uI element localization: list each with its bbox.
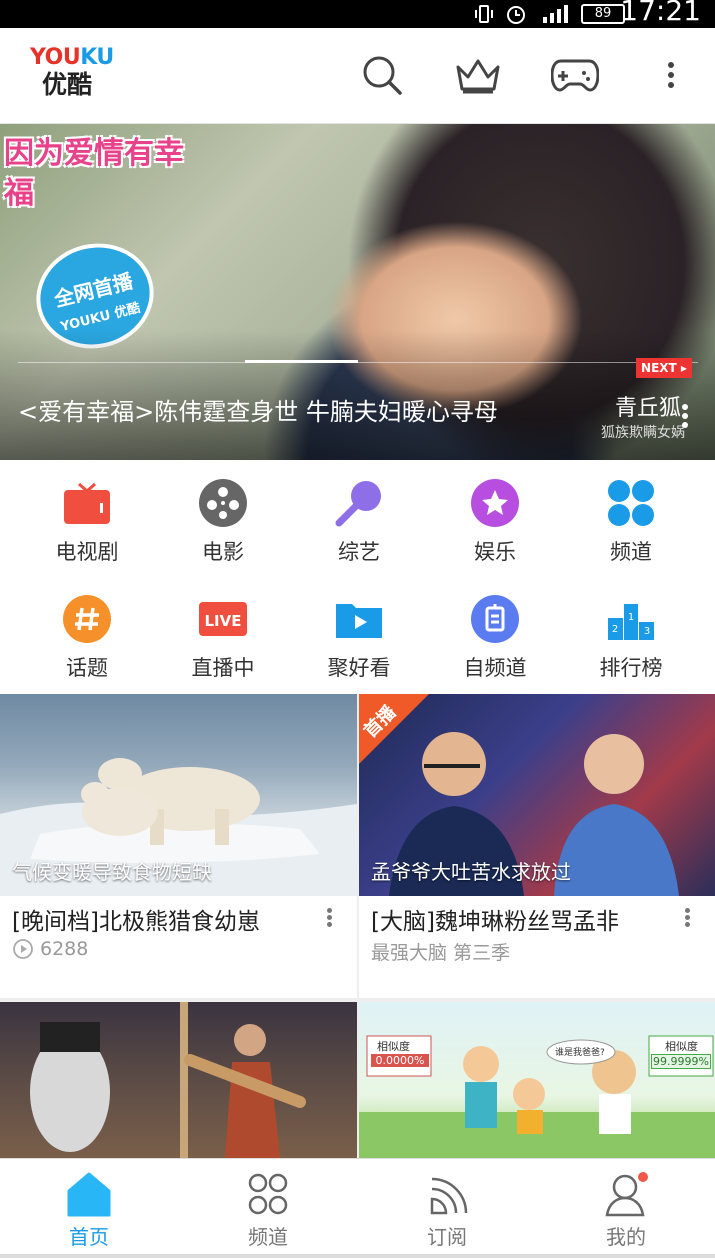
banner-progress-track bbox=[18, 362, 698, 363]
card-more-icon[interactable] bbox=[323, 906, 335, 932]
tab-channels[interactable]: 频道 bbox=[179, 1159, 357, 1258]
robot-demo-image bbox=[30, 1002, 306, 1158]
next-preview-subtitle: 狐族欺瞒女娲 bbox=[601, 425, 685, 441]
similarity-label-right: 相似度 bbox=[665, 1040, 698, 1053]
tab-profile[interactable]: 我的 bbox=[537, 1159, 715, 1258]
profile-icon bbox=[605, 1172, 648, 1217]
tab-label: 首页 bbox=[69, 1225, 109, 1249]
video-thumbnail[interactable] bbox=[0, 1002, 357, 1158]
next-label: NEXT bbox=[641, 361, 677, 375]
podium-icon: 12 3 bbox=[608, 604, 654, 640]
video-thumbnail[interactable]: 气候变暖导致食物短缺 bbox=[0, 694, 357, 896]
similarity-value-right: 99.9999% bbox=[651, 1054, 711, 1069]
category-label: 频道 bbox=[610, 540, 652, 564]
nav-bar-edge bbox=[0, 1254, 715, 1258]
svg-text:3: 3 bbox=[644, 626, 650, 637]
banner-caption: <爱有幸福>陈伟霆查身世 牛腩夫妇暖心寻母 bbox=[18, 398, 498, 426]
microphone-icon bbox=[335, 481, 381, 527]
hero-banner[interactable]: 因为爱情有幸福 全网首播 YOUKU 优酷 NEXT ▸ <爱有幸福>陈伟霆查身… bbox=[0, 124, 715, 460]
tab-label: 订阅 bbox=[427, 1225, 467, 1249]
self-channel-icon bbox=[471, 595, 519, 643]
tv-icon bbox=[64, 482, 110, 524]
similarity-value-left: 0.0000% bbox=[371, 1054, 429, 1067]
status-icons: 89 bbox=[473, 0, 625, 28]
search-icon[interactable] bbox=[357, 50, 407, 100]
tab-subscribe[interactable]: 订阅 bbox=[358, 1159, 536, 1258]
banner-more-icon[interactable] bbox=[680, 402, 700, 430]
app-header: YOUKU 优酷 bbox=[0, 28, 715, 124]
next-tag[interactable]: NEXT ▸ bbox=[636, 358, 692, 378]
svg-text:LIVE: LIVE bbox=[205, 612, 242, 630]
category-label: 自频道 bbox=[463, 656, 527, 680]
game-controller-icon[interactable] bbox=[550, 50, 600, 100]
category-label: 话题 bbox=[66, 656, 108, 680]
play-folder-icon bbox=[336, 604, 382, 638]
hashtag-icon bbox=[63, 595, 111, 643]
tab-label: 频道 bbox=[248, 1225, 288, 1249]
video-title[interactable]: [晚间档]北极熊猎食幼崽 bbox=[12, 902, 260, 936]
vibrate-icon bbox=[475, 5, 493, 23]
video-series: 最强大脑 第三季 bbox=[371, 942, 511, 964]
cartoon-image bbox=[359, 1035, 715, 1158]
category-entertainment[interactable]: 娱乐 bbox=[435, 460, 555, 570]
video-title[interactable]: [大脑]魏坤琳粉丝骂孟非 bbox=[371, 902, 619, 936]
show-title-art: 因为爱情有幸福 bbox=[4, 136, 184, 211]
category-topics[interactable]: 话题 bbox=[27, 576, 147, 686]
next-preview-title: 青丘狐 bbox=[615, 396, 682, 421]
channels-icon bbox=[248, 1173, 288, 1215]
tab-home[interactable]: 首页 bbox=[0, 1159, 178, 1258]
youku-logo[interactable]: YOUKU 优酷 bbox=[30, 45, 114, 100]
logo-chinese: 优酷 bbox=[42, 70, 93, 99]
signal-icon bbox=[543, 5, 568, 23]
category-movie[interactable]: 电影 bbox=[163, 460, 283, 570]
logo-text-red: YOU bbox=[30, 45, 81, 70]
category-label: 聚好看 bbox=[327, 656, 391, 680]
subscribe-icon bbox=[430, 1177, 468, 1215]
category-label: 电影 bbox=[202, 540, 244, 564]
video-thumbnail[interactable]: 相似度 0.0000% 谁是我爸爸? 相似度 99.9999% bbox=[359, 1002, 715, 1158]
speech-bubble-text: 谁是我爸爸? bbox=[555, 1048, 605, 1058]
vip-crown-icon[interactable] bbox=[453, 50, 503, 100]
video-card[interactable]: 首播 孟爷爷大吐苦水求放过 [大脑]魏坤琳粉丝骂孟非 最强大脑 第三季 bbox=[359, 694, 715, 998]
category-label: 直播中 bbox=[191, 656, 255, 680]
more-vertical-icon[interactable] bbox=[646, 50, 696, 100]
video-card[interactable]: 气候变暖导致食物短缺 [晚间档]北极熊猎食幼崽 6288 bbox=[0, 694, 357, 998]
category-juhaokan[interactable]: 聚好看 bbox=[299, 576, 419, 686]
category-label: 综艺 bbox=[338, 540, 380, 564]
similarity-label-left: 相似度 bbox=[377, 1040, 410, 1053]
star-icon bbox=[471, 479, 519, 527]
category-self-channel[interactable]: 自频道 bbox=[435, 576, 555, 686]
category-label: 排行榜 bbox=[599, 656, 663, 680]
category-ranking[interactable]: 12 3 排行榜 bbox=[571, 576, 691, 686]
card-more-icon[interactable] bbox=[681, 906, 693, 932]
clock: 17:21 bbox=[620, 0, 701, 27]
thumbnail-caption: 孟爷爷大吐苦水求放过 bbox=[371, 860, 571, 884]
category-label: 电视剧 bbox=[55, 540, 119, 564]
film-reel-icon bbox=[199, 479, 247, 527]
alarm-icon bbox=[507, 6, 525, 24]
svg-text:1: 1 bbox=[628, 612, 634, 623]
category-label: 娱乐 bbox=[474, 540, 516, 564]
status-bar: 89 17:21 bbox=[0, 0, 715, 28]
logo-text-blue: KU bbox=[80, 45, 114, 70]
category-channels[interactable]: 频道 bbox=[571, 460, 691, 570]
play-count-value: 6288 bbox=[40, 938, 89, 960]
category-grid: 电视剧 电影 综艺 娱乐 频道 话题 LIVE 直播中 聚好看 自频道 12 3 … bbox=[0, 460, 715, 694]
live-icon: LIVE bbox=[199, 602, 247, 636]
channels-grid-icon bbox=[608, 480, 654, 526]
bottom-tab-bar: 首页 频道 订阅 我的 bbox=[0, 1158, 715, 1258]
play-count-icon bbox=[13, 939, 33, 959]
battery-indicator: 89 bbox=[581, 4, 625, 24]
video-feed: 气候变暖导致食物短缺 [晚间档]北极熊猎食幼崽 6288 首播 孟爷爷大吐苦水求… bbox=[0, 694, 715, 1158]
svg-text:2: 2 bbox=[612, 624, 618, 635]
home-icon bbox=[67, 1172, 111, 1217]
tab-label: 我的 bbox=[606, 1225, 646, 1249]
category-variety[interactable]: 综艺 bbox=[299, 460, 419, 570]
video-thumbnail[interactable]: 首播 孟爷爷大吐苦水求放过 bbox=[359, 694, 715, 896]
thumbnail-caption: 气候变暖导致食物短缺 bbox=[12, 860, 212, 884]
category-live[interactable]: LIVE 直播中 bbox=[163, 576, 283, 686]
category-tv[interactable]: 电视剧 bbox=[27, 460, 147, 570]
banner-progress-active bbox=[245, 360, 358, 363]
play-count: 6288 bbox=[12, 938, 88, 960]
